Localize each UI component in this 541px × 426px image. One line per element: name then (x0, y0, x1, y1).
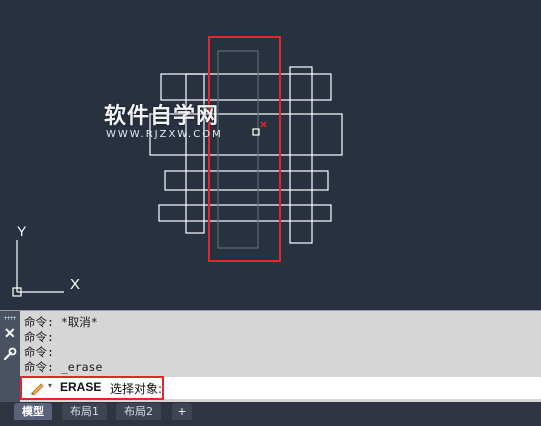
history-line: 命令: (24, 330, 54, 344)
close-icon[interactable]: ✕ (4, 326, 16, 340)
drawing-rect[interactable] (164, 170, 329, 191)
add-tab-button[interactable]: + (172, 403, 192, 420)
ucs-y-label: Y (17, 223, 27, 239)
history-line: 命令: _erase (24, 360, 103, 374)
ucs-icon (12, 240, 64, 297)
cursor-cross-icon (260, 121, 267, 128)
tab-model[interactable]: 模型 (14, 403, 52, 420)
history-line: 命令: (24, 345, 54, 359)
command-history: 命令: *取消* 命令: 命令: 命令: _erase (24, 315, 102, 375)
command-panel: ✕ 命令: *取消* 命令: 命令: 命令: _erase ▾ ERASE 选择… (0, 310, 541, 403)
selected-rect[interactable] (217, 50, 259, 249)
ucs-x-label: X (70, 276, 81, 293)
drawing-svg[interactable] (0, 0, 541, 310)
command-highlight-frame (20, 376, 164, 400)
command-panel-sidebar: ✕ (0, 311, 20, 403)
grip-handle[interactable] (4, 316, 16, 320)
wrench-icon[interactable] (3, 347, 17, 366)
drawing-rect[interactable] (158, 204, 332, 222)
tab-layout1[interactable]: 布局1 (62, 403, 107, 420)
history-line: 命令: *取消* (24, 315, 98, 329)
tab-layout2[interactable]: 布局2 (116, 403, 161, 420)
watermark-url: WWW.RJZXW.COM (106, 129, 223, 140)
drawing-canvas[interactable]: 软件自学网 WWW.RJZXW.COM Y X (0, 0, 541, 310)
watermark-title: 软件自学网 (104, 104, 220, 129)
highlight-frame (208, 36, 281, 262)
layout-tab-bar: 模型 布局1 布局2 + (0, 402, 541, 426)
